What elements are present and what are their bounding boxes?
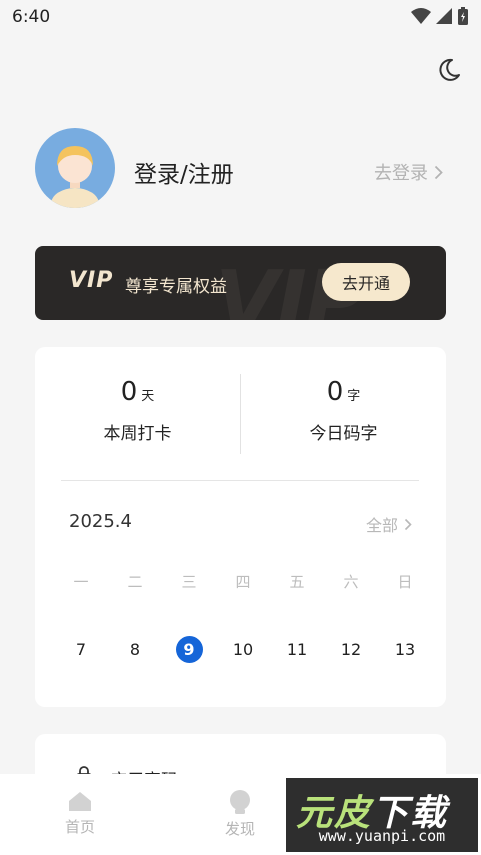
calendar-all-link[interactable]: 全部	[366, 512, 412, 536]
calendar-date[interactable]: 11	[271, 635, 323, 663]
weekday-label: 二	[127, 573, 143, 591]
weekday-row: 一 二 三 四 五 六 日	[55, 571, 431, 592]
weekday-label: 三	[181, 573, 197, 591]
chevron-right-icon	[404, 518, 412, 530]
calendar-date[interactable]: 13	[379, 635, 431, 663]
battery-icon	[458, 7, 468, 25]
status-icons	[411, 6, 469, 26]
chevron-right-icon	[434, 165, 443, 179]
stat-words[interactable]: 0字 今日码字	[241, 377, 446, 444]
calendar-date[interactable]: 7	[55, 635, 107, 663]
site-watermark-logo: 元皮下载 www.yuanpi.com	[286, 778, 478, 852]
weekday-label: 四	[235, 573, 251, 591]
avatar-icon	[51, 146, 99, 208]
calendar-date-today[interactable]: 9	[163, 635, 215, 663]
status-time: 6:40	[12, 7, 51, 27]
watermark-url: www.yuanpi.com	[318, 827, 446, 845]
weekday-label: 日	[397, 573, 413, 591]
weekday-label: 六	[343, 573, 359, 591]
vip-text: 尊享专属权益	[125, 277, 227, 297]
calendar-month: 2025.4	[69, 511, 132, 532]
home-icon	[69, 792, 91, 811]
calendar-date[interactable]: 8	[109, 635, 161, 663]
signal-icon	[436, 8, 452, 24]
today-marker: 9	[175, 635, 203, 663]
vip-open-button[interactable]: 去开通	[322, 263, 410, 301]
vip-banner[interactable]: VIP VIP 尊享专属权益 去开通	[35, 246, 446, 320]
stat-words-unit: 字	[347, 389, 361, 404]
go-login-link[interactable]: 去登录	[374, 159, 443, 185]
calendar-date[interactable]: 10	[217, 635, 269, 663]
bulb-icon	[230, 790, 250, 814]
stat-words-label: 今日码字	[309, 424, 378, 444]
calendar-all-label: 全部	[365, 516, 398, 535]
weekday-label: 五	[289, 573, 305, 591]
stat-checkin[interactable]: 0天 本周打卡	[35, 377, 240, 444]
login-title[interactable]: 登录/注册	[134, 155, 234, 189]
wifi-icon	[411, 8, 431, 24]
weekday-label: 一	[73, 573, 89, 591]
tab-home-label: 首页	[64, 818, 95, 836]
stat-words-value: 0	[326, 377, 344, 407]
stat-checkin-label: 本周打卡	[103, 424, 172, 444]
date-row: 7 8 9 10 11 12 13	[55, 635, 431, 663]
stat-checkin-value: 0	[120, 377, 138, 407]
tab-discover[interactable]: 发现	[200, 790, 280, 839]
calendar-date[interactable]: 12	[325, 635, 377, 663]
tab-home[interactable]: 首页	[40, 790, 120, 837]
profile-row[interactable]: 登录/注册 去登录	[35, 128, 445, 212]
tab-discover-label: 发现	[224, 820, 255, 838]
avatar[interactable]	[35, 128, 115, 208]
go-login-label: 去登录	[374, 163, 428, 184]
divider	[61, 480, 419, 481]
status-bar: 6:40	[0, 0, 481, 34]
vip-logo: VIP	[69, 268, 114, 293]
stat-checkin-unit: 天	[141, 389, 155, 404]
moon-icon[interactable]	[436, 57, 462, 83]
stats-card: 0天 本周打卡 0字 今日码字 2025.4 全部 一 二 三 四 五 六 日 …	[35, 347, 446, 707]
